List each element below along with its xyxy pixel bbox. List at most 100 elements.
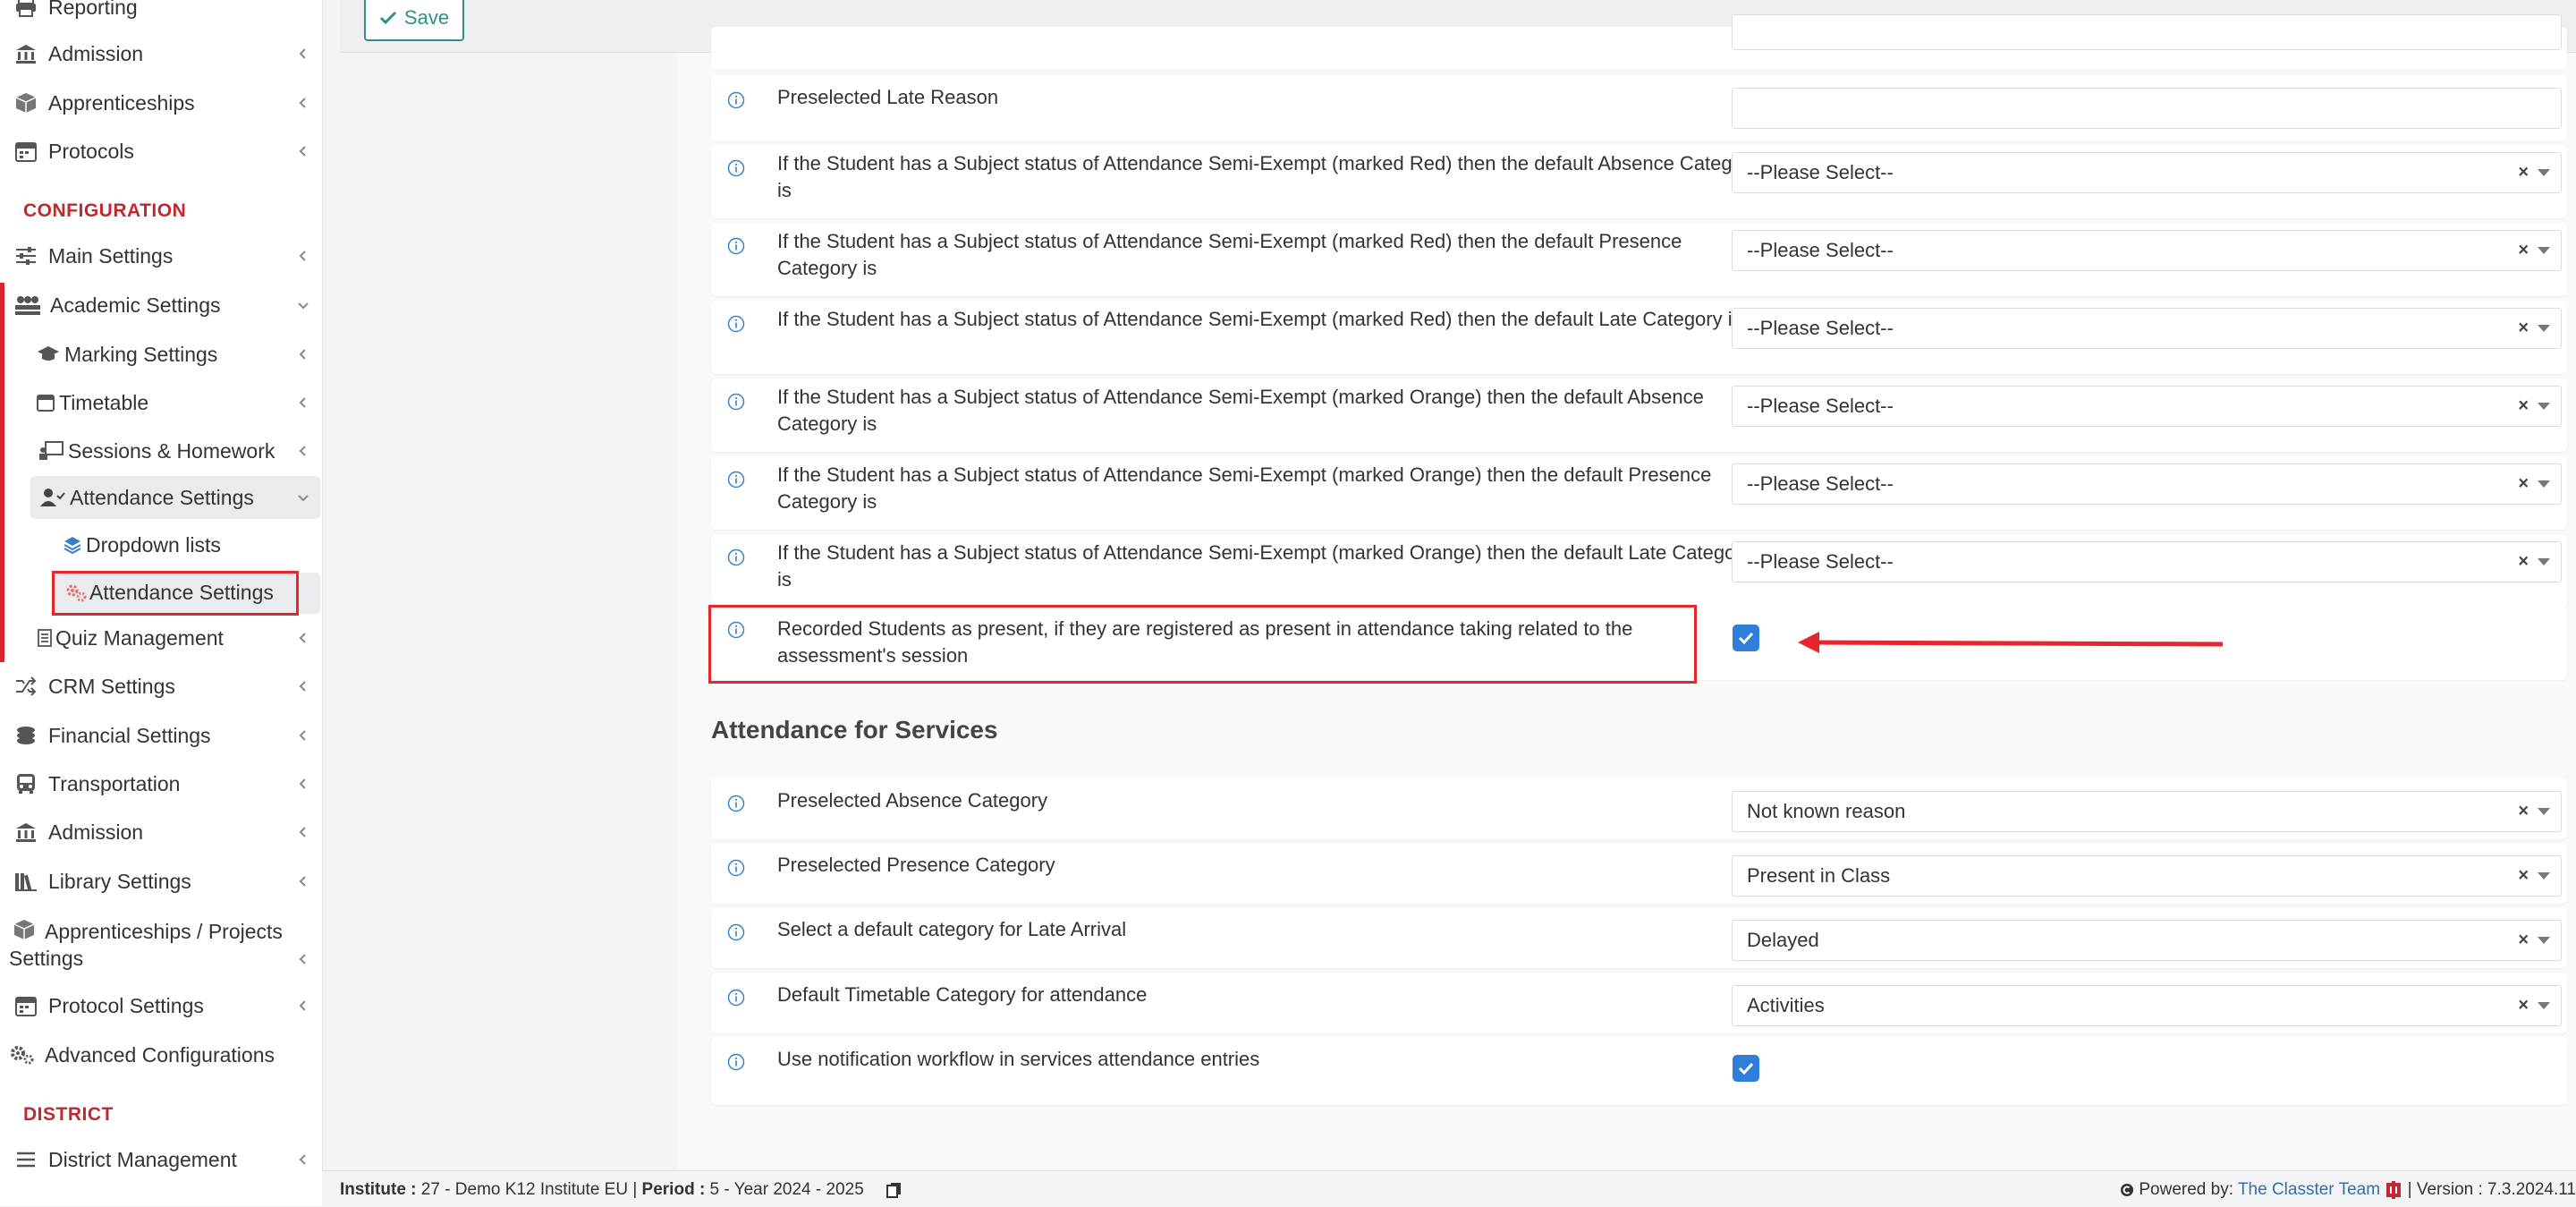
sidebar-item-protocols[interactable]: Protocols — [0, 128, 322, 174]
notification-workflow-checkbox[interactable] — [1733, 1055, 1759, 1082]
chevron-left-icon — [299, 827, 306, 837]
chevron-left-icon — [299, 1154, 306, 1165]
select-value: --Please Select-- — [1747, 239, 1894, 261]
info-icon — [727, 471, 745, 489]
sidebar-item-label: Attendance Settings — [89, 580, 274, 604]
select-value: --Please Select-- — [1747, 317, 1894, 339]
sidebar-item-main-settings[interactable]: Main Settings — [0, 233, 322, 279]
info-icon — [727, 923, 745, 941]
calendar-icon — [13, 140, 39, 163]
sidebar-item-label: Timetable — [59, 390, 149, 414]
setting-label: Preselected Late Reason — [777, 86, 999, 108]
sidebar-item-financial-settings[interactable]: Financial Settings — [0, 712, 322, 759]
setting-label: Select a default category for Late Arriv… — [777, 918, 1127, 940]
select-value: --Please Select-- — [1747, 550, 1894, 573]
printer-icon — [13, 0, 39, 19]
setting-label: Default Timetable Category for attendanc… — [777, 983, 1148, 1006]
sidebar-item-admission[interactable]: Admission — [0, 30, 322, 77]
services-presence-category-select[interactable]: Present in Class × — [1732, 855, 2562, 897]
sidebar-item-protocol-settings[interactable]: Protocol Settings — [0, 982, 322, 1029]
clear-icon[interactable]: × — [2518, 163, 2529, 183]
recorded-present-checkbox[interactable] — [1733, 625, 1759, 651]
chevron-left-icon — [299, 251, 306, 261]
check-icon — [379, 11, 396, 25]
sidebar-item-district-management[interactable]: District Management — [0, 1136, 322, 1183]
semi-exempt-orange-late-select[interactable]: --Please Select-- × — [1732, 541, 2562, 582]
sidebar-item-apprenticeships-projects-settings[interactable]: Apprenticeships / Projects Settings — [0, 909, 322, 972]
clear-icon[interactable]: × — [2518, 866, 2529, 887]
gears-icon — [9, 1043, 36, 1067]
box-icon — [13, 91, 39, 115]
save-button[interactable]: Save — [364, 0, 464, 41]
highlight-annotation-row — [708, 605, 1697, 684]
sidebar-item-reporting[interactable]: Reporting — [0, 0, 322, 30]
setting-label: Preselected Absence Category — [777, 789, 1048, 812]
sidebar-item-attendance-settings-group[interactable]: Attendance Settings — [0, 474, 322, 521]
select-value: --Please Select-- — [1747, 472, 1894, 495]
partial-select[interactable] — [1732, 14, 2562, 50]
services-late-arrival-select[interactable]: Delayed × — [1732, 920, 2562, 961]
list-icon — [36, 626, 54, 650]
footer-info: Institute : 27 - Demo K12 Institute EU |… — [340, 1180, 902, 1200]
sidebar-item-marking-settings[interactable]: Marking Settings — [0, 331, 322, 378]
sidebar-item-label: CRM Settings — [48, 674, 175, 698]
info-icon — [727, 91, 745, 109]
chevron-left-icon — [299, 397, 306, 408]
setting-label: Use notification workflow in services at… — [777, 1048, 1260, 1070]
semi-exempt-red-late-select[interactable]: --Please Select-- × — [1732, 308, 2562, 349]
box-icon — [11, 918, 38, 941]
clear-icon[interactable]: × — [2518, 319, 2529, 339]
sidebar-item-sessions-homework[interactable]: Sessions & Homework — [0, 428, 322, 474]
clear-icon[interactable]: × — [2518, 396, 2529, 417]
sidebar-item-crm-settings[interactable]: CRM Settings — [0, 663, 322, 710]
settings-row: If the Student has a Subject status of A… — [711, 223, 2567, 296]
clear-icon[interactable]: × — [2518, 996, 2529, 1016]
info-icon — [727, 859, 745, 877]
menu-icon — [13, 1148, 39, 1171]
services-absence-category-select[interactable]: Not known reason × — [1732, 791, 2562, 832]
sidebar-item-label: Apprenticeships / Projects Settings — [9, 920, 283, 970]
sidebar-item-admission-settings[interactable]: Admission — [0, 809, 322, 855]
chevron-left-icon — [299, 778, 306, 789]
info-icon — [727, 315, 745, 333]
sidebar-item-quiz-management[interactable]: Quiz Management — [0, 615, 322, 661]
sidebar-item-academic-settings[interactable]: Academic Settings — [0, 282, 322, 328]
setting-label: If the Student has a Subject status of A… — [777, 463, 1712, 513]
settings-row: Use notification workflow in services at… — [711, 1037, 2567, 1105]
sidebar-item-attendance-settings[interactable]: Attendance Settings — [0, 569, 322, 616]
sidebar-item-dropdown-lists[interactable]: Dropdown lists — [0, 522, 322, 568]
clear-icon[interactable]: × — [2518, 802, 2529, 822]
clear-icon[interactable]: × — [2518, 931, 2529, 951]
setting-label: If the Student has a Subject status of A… — [777, 386, 1704, 435]
clear-icon[interactable]: × — [2518, 241, 2529, 261]
sidebar-item-label: Admission — [48, 41, 144, 65]
clear-icon[interactable]: × — [2518, 474, 2529, 495]
classter-team-link[interactable]: The Classter Team — [2238, 1180, 2380, 1199]
chevron-down-icon — [298, 302, 309, 310]
content-left-gap — [340, 52, 678, 1170]
clear-icon[interactable]: × — [2518, 552, 2529, 573]
semi-exempt-orange-absence-select[interactable]: --Please Select-- × — [1732, 386, 2562, 427]
semi-exempt-red-presence-select[interactable]: --Please Select-- × — [1732, 230, 2562, 271]
setting-label: Preselected Presence Category — [777, 854, 1055, 876]
sidebar: Reporting Admission Apprenticeships Prot… — [0, 0, 323, 1206]
preselected-late-reason-input[interactable] — [1732, 88, 2562, 129]
chevron-left-icon — [299, 633, 306, 643]
semi-exempt-red-absence-select[interactable]: --Please Select-- × — [1732, 152, 2562, 193]
sidebar-item-library-settings[interactable]: Library Settings — [0, 858, 322, 905]
chevron-left-icon — [299, 446, 306, 456]
semi-exempt-orange-presence-select[interactable]: --Please Select-- × — [1732, 463, 2562, 505]
sidebar-item-apprenticeships[interactable]: Apprenticeships — [0, 80, 322, 126]
sidebar-item-transportation[interactable]: Transportation — [0, 761, 322, 807]
services-timetable-category-select[interactable]: Activities × — [1732, 985, 2562, 1026]
sidebar-item-timetable[interactable]: Timetable — [0, 379, 322, 426]
info-icon — [727, 393, 745, 411]
caret-down-icon — [2538, 808, 2550, 815]
copy-icon[interactable] — [886, 1182, 902, 1198]
institute-label: Institute : — [340, 1180, 417, 1199]
setting-label: If the Student has a Subject status of A… — [777, 230, 1682, 279]
sidebar-item-label: Advanced Configurations — [45, 1042, 275, 1067]
sidebar-item-label: Apprenticeships — [48, 90, 195, 115]
chevron-left-icon — [299, 349, 306, 360]
sidebar-item-advanced-configurations[interactable]: Advanced Configurations — [0, 1032, 322, 1078]
